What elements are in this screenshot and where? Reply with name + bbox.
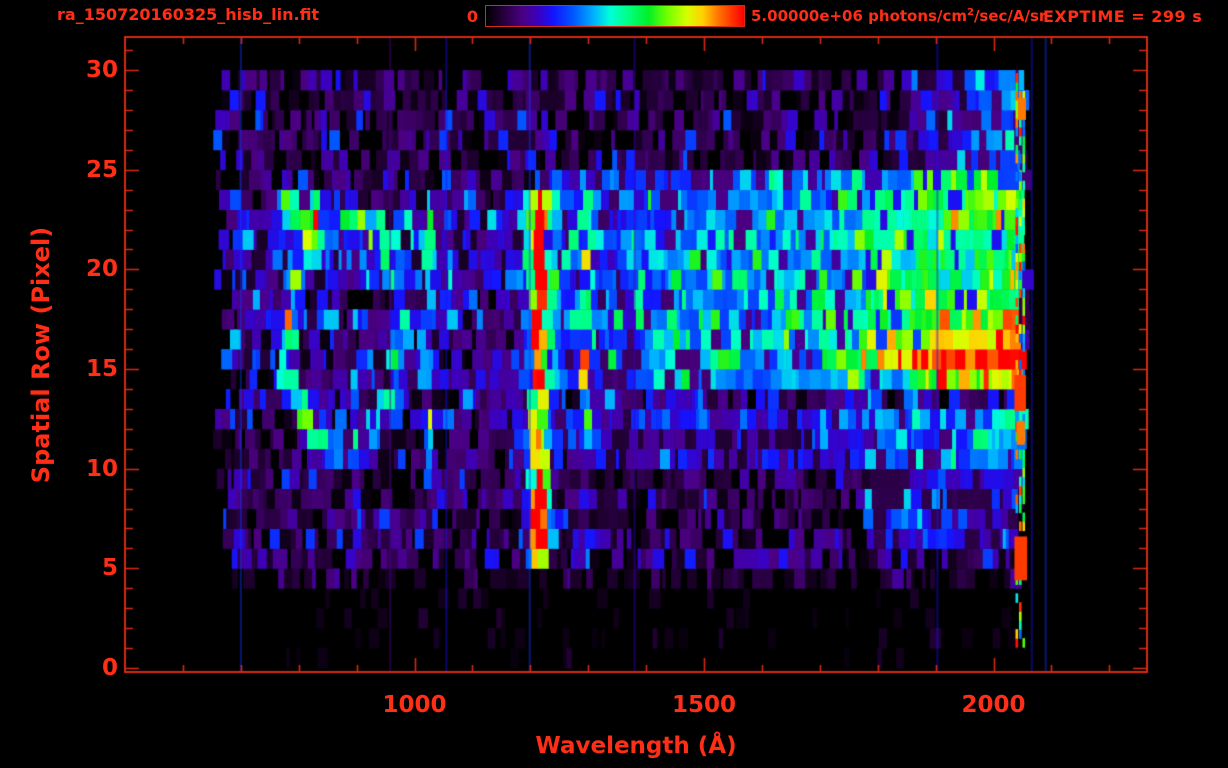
plot-title: ra_150720160325_hisb_lin.fit bbox=[57, 5, 320, 24]
idl-plot-window: ra_150720160325_hisb_lin.fit 0 5.00000e+… bbox=[0, 0, 1228, 768]
y-tick-label-5: 5 bbox=[101, 555, 118, 582]
y-tick-label-30: 30 bbox=[85, 57, 118, 84]
spectrogram-canvas bbox=[0, 0, 1228, 768]
y-tick-label-20: 20 bbox=[85, 256, 118, 283]
y-tick-label-10: 10 bbox=[85, 455, 118, 482]
y-tick-label-25: 25 bbox=[85, 156, 118, 183]
x-tick-label-2000: 2000 bbox=[961, 692, 1026, 718]
superscript-2: 2 bbox=[966, 7, 974, 18]
x-tick-label-1500: 1500 bbox=[672, 692, 737, 718]
x-tick-label-1000: 1000 bbox=[382, 692, 447, 718]
y-tick-label-15: 15 bbox=[85, 356, 118, 383]
colorbar-max-label: 5.00000e+06 photons/cm2/sec/A/sr bbox=[751, 7, 1047, 25]
y-tick-label-0: 0 bbox=[101, 655, 118, 681]
x-axis-label: Wavelength (Å) bbox=[535, 733, 737, 759]
colorbar-min-label: 0 bbox=[466, 7, 478, 26]
colorbar-gradient bbox=[485, 5, 745, 27]
exptime-label: EXPTIME = 299 s bbox=[1043, 7, 1203, 26]
